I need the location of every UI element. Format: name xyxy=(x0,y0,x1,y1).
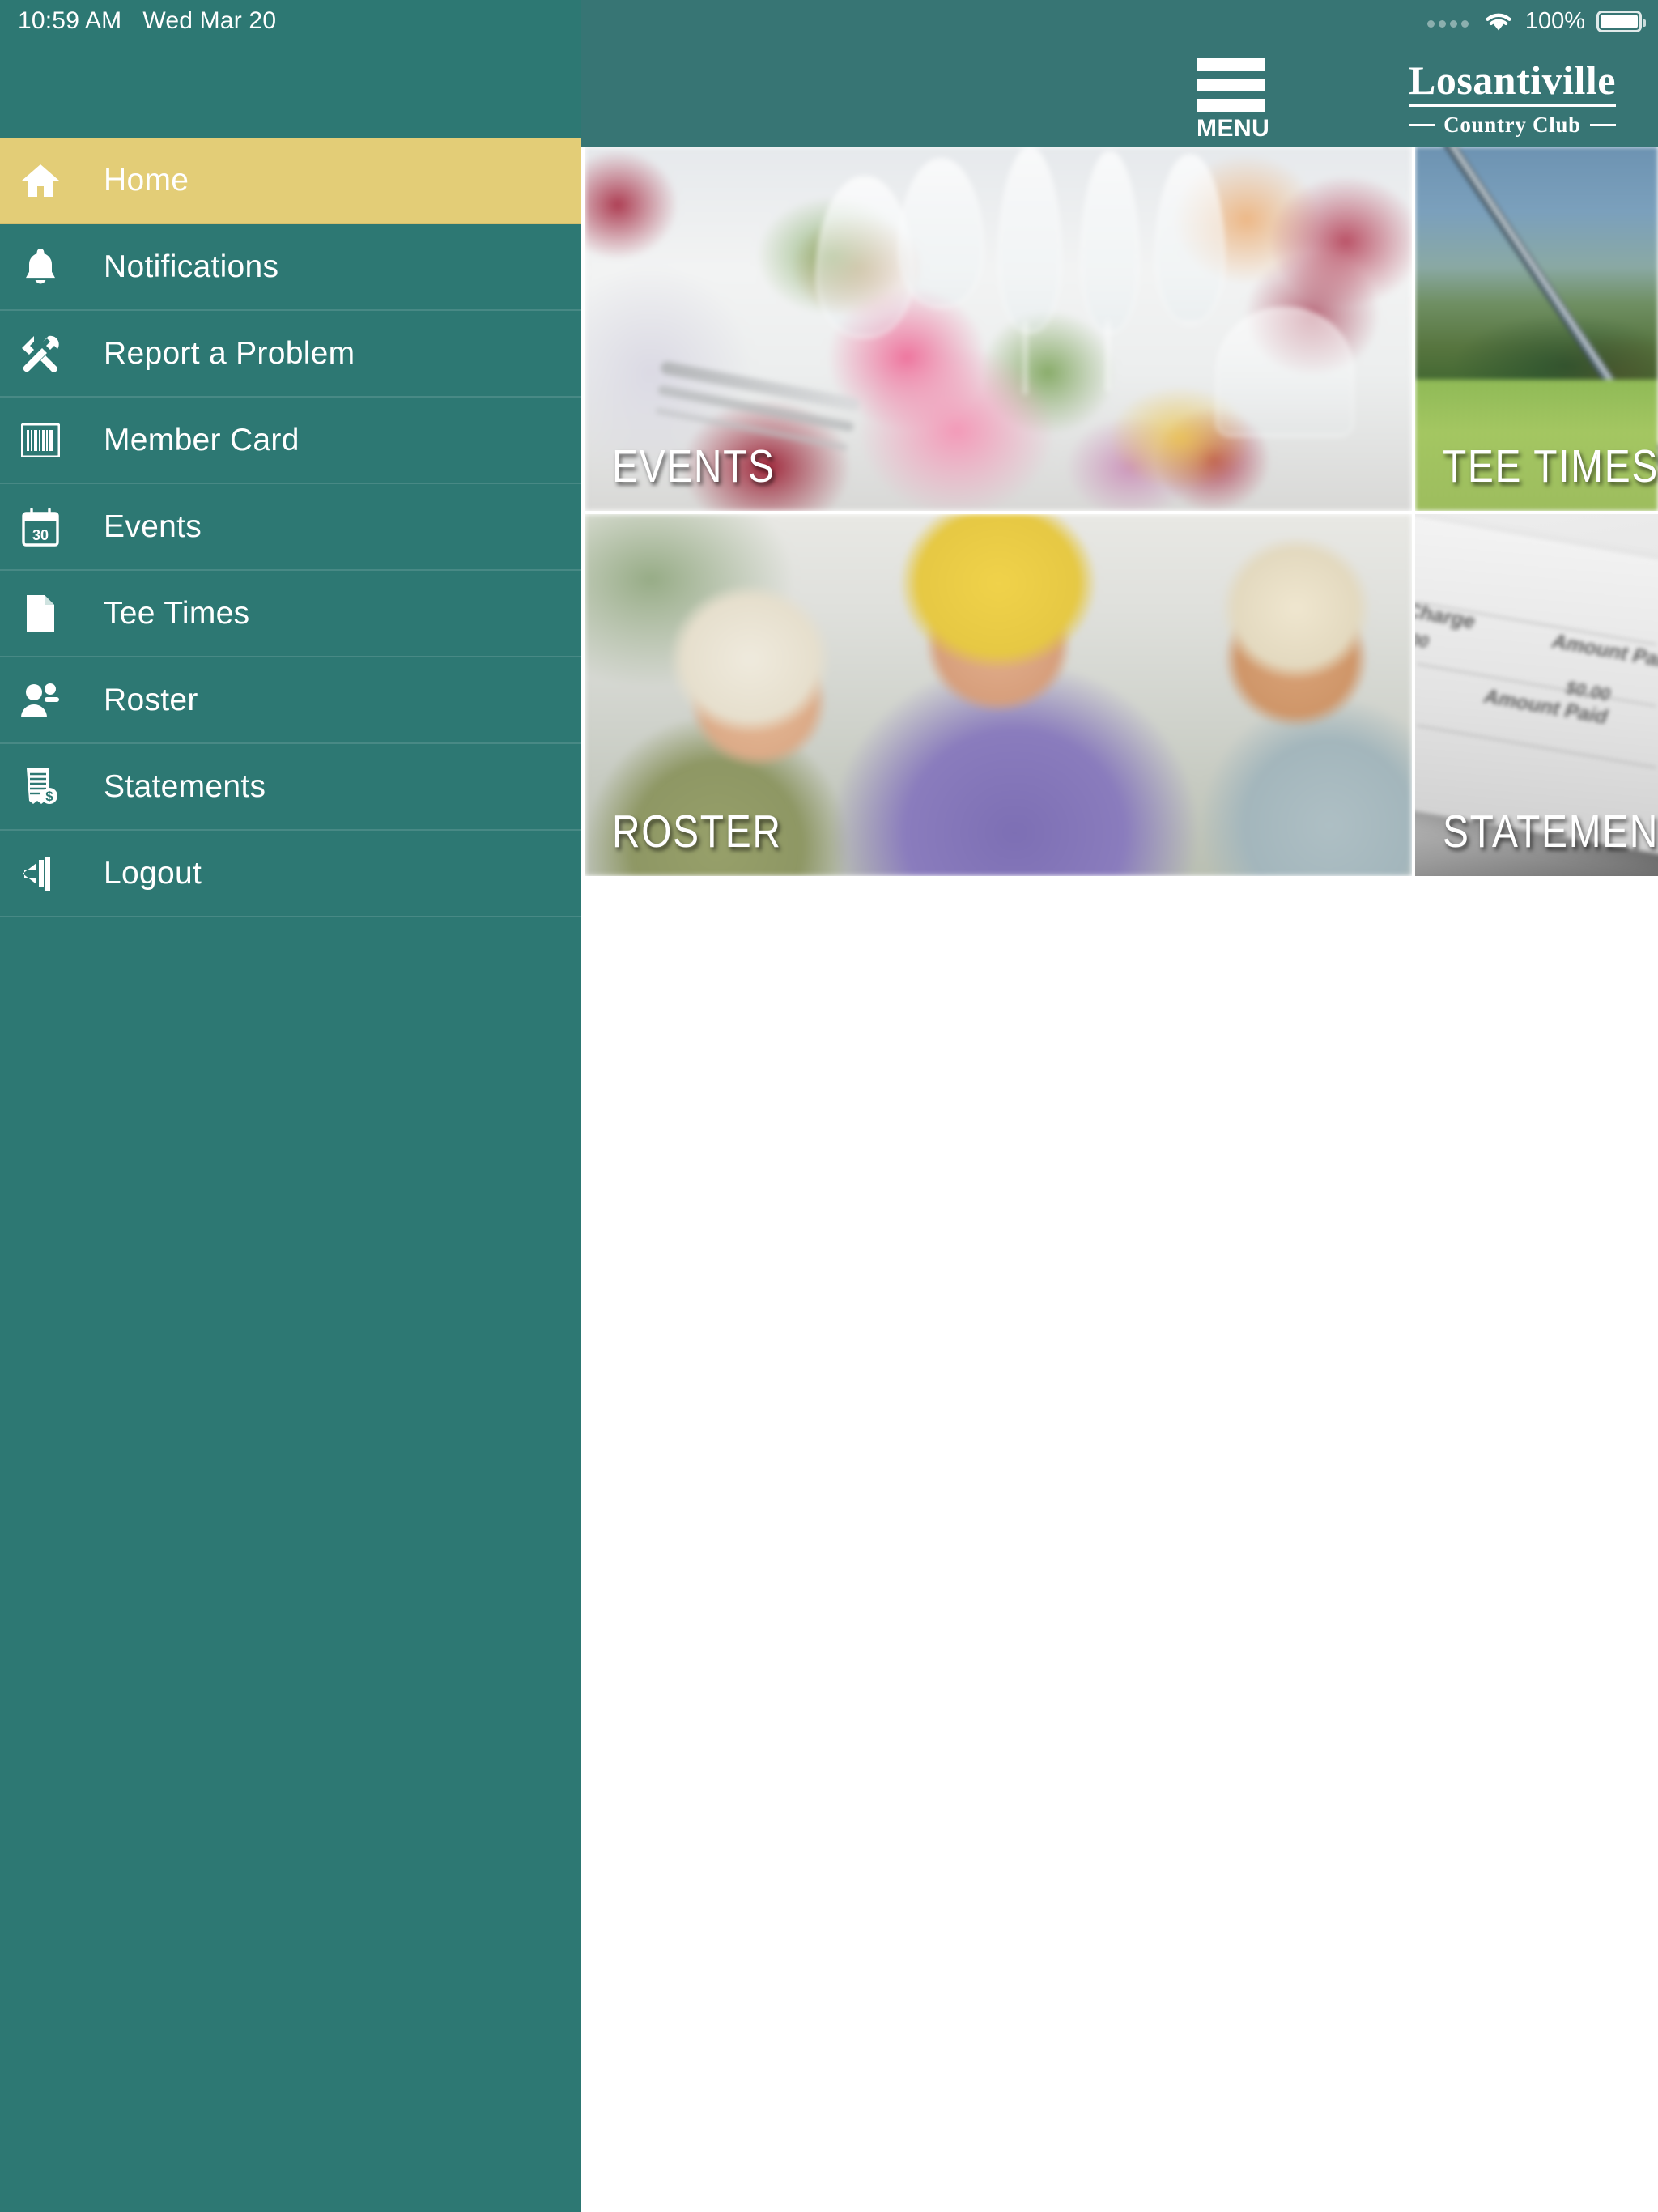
user-plus-icon xyxy=(11,682,70,719)
brand-subtitle: Country Club xyxy=(1443,113,1581,137)
menu-button-label: MENU xyxy=(1197,115,1270,142)
signal-dots-icon xyxy=(1426,15,1469,28)
status-date: Wed Mar 20 xyxy=(142,7,277,34)
sidebar-item-label: Logout xyxy=(104,855,202,891)
sidebar-item-logout[interactable]: Logout xyxy=(0,831,581,917)
sidebar-item-label: Report a Problem xyxy=(104,335,355,371)
tile-label: STATEMENTS xyxy=(1443,806,1658,857)
svg-text:30: 30 xyxy=(32,527,49,543)
wifi-icon xyxy=(1483,10,1514,32)
invoice-icon: $ xyxy=(11,767,70,807)
sidebar-item-statements[interactable]: $ Statements xyxy=(0,744,581,831)
sidebar-item-events[interactable]: 30 Events xyxy=(0,484,581,571)
sidebar-item-list: Home Notifications Report a Problem Memb… xyxy=(0,138,581,917)
status-bar: 10:59 AM Wed Mar 20 100% xyxy=(0,0,1658,42)
home-icon xyxy=(11,162,70,199)
main-content-area xyxy=(581,876,1658,2212)
tile-statements[interactable]: Charge $0.00 Amount Paid $0.00 Amount Pa… xyxy=(1415,514,1658,876)
battery-full-icon xyxy=(1596,10,1646,32)
brand-left-rule xyxy=(1408,124,1435,126)
dashboard-tile-grid: EVENTS TEE TIMES ROSTER Charge $0.00 Amo… xyxy=(585,147,1658,876)
sidebar-item-label: Roster xyxy=(104,682,198,717)
tile-label: EVENTS xyxy=(612,440,776,492)
hamburger-menu-icon xyxy=(1197,58,1278,112)
sidebar-item-tee-times[interactable]: Tee Times xyxy=(0,571,581,657)
brand-name: Losantiville xyxy=(1408,57,1616,103)
sidebar-item-report-a-problem[interactable]: Report a Problem xyxy=(0,311,581,398)
brand-right-rule xyxy=(1589,124,1617,126)
tile-events[interactable]: EVENTS xyxy=(585,147,1412,511)
logout-icon xyxy=(11,855,70,892)
hamburger-menu-button[interactable]: MENU xyxy=(1197,58,1278,143)
sidebar-item-label: Tee Times xyxy=(104,595,250,631)
sidebar-item-roster[interactable]: Roster xyxy=(0,657,581,744)
tile-tee-times[interactable]: TEE TIMES xyxy=(1415,147,1658,511)
sidebar-item-notifications[interactable]: Notifications xyxy=(0,224,581,311)
brand-subtitle-row: Country Club xyxy=(1408,113,1617,138)
app-root: 10:59 AM Wed Mar 20 100% Home Notificati… xyxy=(0,0,1658,2212)
barcode-icon xyxy=(11,423,70,457)
svg-text:$: $ xyxy=(45,789,53,804)
status-bar-left-group: 10:59 AM Wed Mar 20 xyxy=(18,0,276,42)
sidebar-item-label: Statements xyxy=(104,768,266,804)
status-time: 10:59 AM xyxy=(18,7,122,34)
tools-icon xyxy=(11,334,70,374)
sidebar-item-label: Member Card xyxy=(104,422,300,457)
tile-roster[interactable]: ROSTER xyxy=(585,514,1412,876)
battery-percent-label: 100% xyxy=(1524,7,1585,34)
tile-label: ROSTER xyxy=(612,806,782,857)
calendar-icon: 30 xyxy=(11,507,70,547)
sidebar-navigation: Home Notifications Report a Problem Memb… xyxy=(0,0,581,2212)
bell-icon xyxy=(11,247,70,287)
sidebar-item-home[interactable]: Home xyxy=(0,138,581,224)
document-icon xyxy=(11,593,70,634)
tile-label: TEE TIMES xyxy=(1443,440,1658,492)
sidebar-item-label: Events xyxy=(104,508,202,544)
sidebar-item-member-card[interactable]: Member Card xyxy=(0,398,581,484)
sidebar-item-label: Notifications xyxy=(104,249,279,284)
sidebar-item-label: Home xyxy=(104,162,189,198)
brand-logo: Losantiville Country Club xyxy=(1408,57,1617,138)
brand-divider-rule xyxy=(1408,104,1616,107)
status-bar-right-group: 100% xyxy=(1426,0,1646,42)
